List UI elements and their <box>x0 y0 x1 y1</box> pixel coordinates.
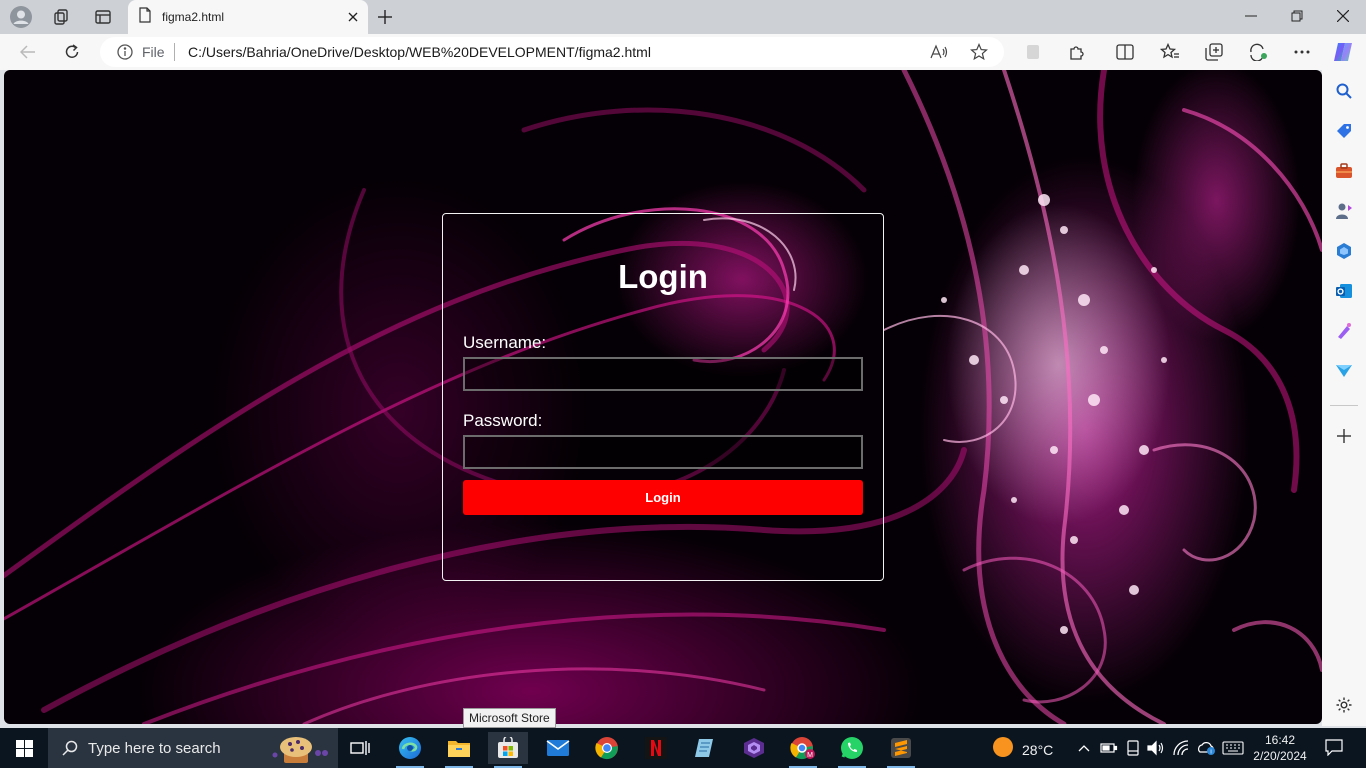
chevron-up-icon[interactable] <box>1076 738 1092 758</box>
temperature-text: 28°C <box>1022 741 1054 758</box>
browser-toolbar: File C:/Users/Bahria/OneDrive/Desktop/WE… <box>0 34 1366 70</box>
notepad-icon[interactable] <box>685 732 725 764</box>
designer-icon[interactable] <box>1334 321 1354 341</box>
info-icon[interactable] <box>116 43 134 61</box>
workspaces-icon[interactable] <box>48 4 74 30</box>
clock-date: 2/20/2024 <box>1253 749 1307 763</box>
tab-strip: figma2.html <box>0 0 1366 34</box>
visual-studio-icon[interactable] <box>734 732 774 764</box>
address-url[interactable]: C:/Users/Bahria/OneDrive/Desktop/WEB%20D… <box>188 44 651 60</box>
shopping-tag-icon[interactable] <box>1334 121 1354 141</box>
favorites-icon[interactable] <box>1156 38 1184 66</box>
login-button[interactable]: Login <box>463 480 863 515</box>
username-label: Username: <box>463 333 547 352</box>
back-button[interactable] <box>14 38 42 66</box>
microsoft-365-icon[interactable] <box>1334 241 1354 261</box>
device-icon[interactable] <box>1124 738 1142 758</box>
address-bar[interactable]: File C:/Users/Bahria/OneDrive/Desktop/WE… <box>100 37 1004 67</box>
notifications-icon[interactable] <box>1322 737 1346 757</box>
address-scheme: File <box>142 44 165 60</box>
search-highlight-muffin-icon <box>270 731 330 765</box>
minimize-button[interactable] <box>1228 0 1274 32</box>
clock-time: 16:42 <box>1264 733 1296 747</box>
tools-briefcase-icon[interactable] <box>1334 161 1354 181</box>
svg-text:i: i <box>1210 750 1211 756</box>
system-clock[interactable]: 16:42 2/20/2024 <box>1252 732 1308 764</box>
sublime-text-icon[interactable] <box>881 732 921 768</box>
tab-title: figma2.html <box>162 10 225 24</box>
login-form: Login Username: Password: Login <box>442 213 884 581</box>
password-label: Password: <box>463 411 543 430</box>
page-viewport: Login Username: Password: Login <box>4 70 1322 724</box>
google-chrome-icon[interactable] <box>587 732 627 764</box>
page-icon <box>138 6 152 28</box>
microsoft-store-icon[interactable] <box>488 732 528 768</box>
more-options-icon[interactable] <box>1288 38 1316 66</box>
tab-figma2[interactable]: figma2.html <box>128 0 368 34</box>
send-paper-plane-icon[interactable] <box>1334 361 1354 381</box>
edge-sidebar <box>1322 70 1366 726</box>
password-input[interactable] <box>463 435 863 469</box>
onedrive-icon[interactable]: i <box>1196 738 1216 758</box>
task-view-icon[interactable] <box>340 732 380 764</box>
svg-text:M: M <box>807 752 813 759</box>
address-divider <box>174 43 175 61</box>
netflix-icon[interactable] <box>636 732 676 764</box>
collections-icon[interactable] <box>1200 38 1228 66</box>
outlook-icon[interactable] <box>1334 281 1354 301</box>
close-window-button[interactable] <box>1320 0 1366 32</box>
chrome-profile-icon[interactable]: M <box>783 732 823 768</box>
whatsapp-icon[interactable] <box>832 732 872 768</box>
copilot-icon[interactable] <box>1329 38 1357 66</box>
settings-gear-icon[interactable] <box>1334 695 1354 715</box>
microsoft-edge-icon[interactable] <box>390 732 430 768</box>
extension-disabled-icon[interactable] <box>1019 38 1047 66</box>
new-tab-button[interactable] <box>372 4 398 30</box>
refresh-button[interactable] <box>58 38 86 66</box>
username-input[interactable] <box>463 357 863 391</box>
games-icon[interactable] <box>1334 201 1354 221</box>
split-screen-icon[interactable] <box>1111 38 1139 66</box>
search-placeholder: Type here to search <box>88 739 221 757</box>
extensions-icon[interactable] <box>1063 38 1091 66</box>
sun-icon <box>992 736 1014 763</box>
browser-essentials-icon[interactable] <box>1244 38 1272 66</box>
keyboard-icon[interactable] <box>1220 738 1246 758</box>
microsoft-store-tooltip: Microsoft Store <box>463 708 556 728</box>
login-heading: Login <box>618 258 708 295</box>
search-icon <box>62 740 78 756</box>
sidebar-divider <box>1330 405 1358 406</box>
windows-taskbar: Type here to search M 28°C i 16:42 2/20/… <box>0 728 1366 768</box>
restore-button[interactable] <box>1274 0 1320 32</box>
battery-icon[interactable] <box>1100 738 1118 758</box>
weather-widget[interactable]: 28°C <box>992 736 1053 763</box>
wifi-icon[interactable] <box>1172 738 1192 758</box>
volume-icon[interactable] <box>1146 738 1166 758</box>
read-aloud-icon[interactable] <box>928 41 950 63</box>
file-explorer-icon[interactable] <box>439 732 479 768</box>
tab-actions-icon[interactable] <box>90 4 116 30</box>
taskbar-search-box[interactable]: Type here to search <box>48 728 338 768</box>
mail-icon[interactable] <box>538 732 578 764</box>
close-tab-icon[interactable] <box>344 8 362 26</box>
start-button[interactable] <box>0 728 48 768</box>
add-icon[interactable] <box>1334 426 1354 446</box>
favorite-star-icon[interactable] <box>968 41 990 63</box>
search-icon[interactable] <box>1334 81 1354 101</box>
profile-avatar-icon[interactable] <box>8 4 34 30</box>
